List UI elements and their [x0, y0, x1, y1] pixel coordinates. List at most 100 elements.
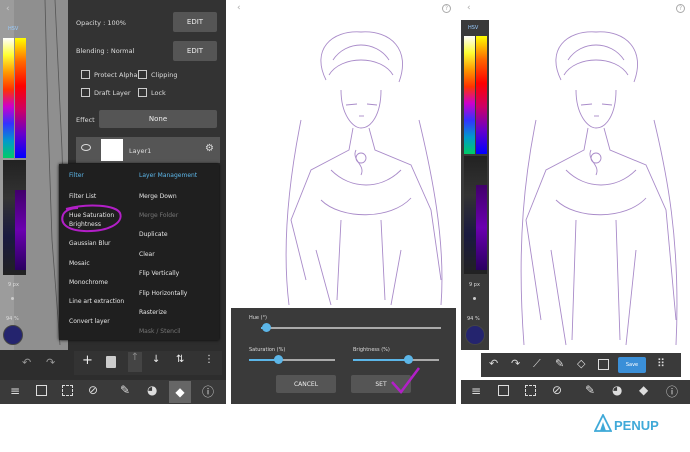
character-sketch — [285, 31, 443, 306]
monochrome-item[interactable]: Monochrome — [69, 279, 108, 286]
purple-strip[interactable] — [476, 185, 487, 270]
move-down-icon[interactable]: ↓ — [152, 354, 160, 365]
layer-name: Layer1 — [129, 147, 152, 155]
highlight-circle — [61, 204, 122, 233]
checkmark-annotation — [391, 367, 420, 394]
merge-down-item[interactable]: Merge Down — [139, 193, 177, 200]
penup-logo-icon — [594, 414, 612, 432]
character-sketch — [520, 31, 678, 346]
back-icon[interactable]: ‹ — [467, 3, 471, 13]
cancel-button[interactable]: CANCEL — [276, 375, 336, 393]
filter-header: Filter — [69, 172, 84, 179]
selection-icon[interactable] — [62, 385, 73, 396]
add-layer-icon[interactable]: + — [82, 353, 93, 368]
hue-slider-thumb[interactable] — [262, 323, 271, 332]
help-icon[interactable]: ? — [676, 4, 685, 13]
current-color-swatch[interactable] — [465, 325, 485, 345]
redo-icon[interactable]: ↷ — [46, 356, 55, 369]
saturation-slider-thumb[interactable] — [274, 355, 283, 364]
draft-layer-checkbox[interactable] — [81, 88, 90, 97]
purple-strip[interactable] — [15, 190, 26, 270]
gear-icon[interactable]: ⚙ — [205, 144, 214, 154]
effect-dropdown[interactable]: None — [99, 110, 217, 128]
palette-icon[interactable]: ◕ — [147, 383, 157, 397]
flip-vertically-item[interactable]: Flip Vertically — [139, 270, 179, 277]
menu-icon[interactable]: ≡ — [10, 384, 20, 398]
hue-slider-track[interactable] — [261, 327, 441, 329]
hue-strip[interactable] — [3, 38, 14, 158]
palette-icon[interactable]: ◕ — [612, 383, 622, 397]
grid-icon[interactable]: ⠿ — [657, 357, 665, 370]
bottom-toolbar — [0, 380, 226, 404]
effect-label: Effect — [76, 116, 95, 124]
info-icon[interactable]: ⓘ — [202, 383, 214, 400]
gaussian-blur-item[interactable]: Gaussian Blur — [69, 240, 111, 247]
hsv-label[interactable]: HSV — [468, 25, 478, 31]
back-icon[interactable]: ‹ — [237, 3, 241, 13]
panel-layer-menu: ‹ HSV 9 px 94 % Opacity : 100% EDIT Blen… — [0, 0, 226, 404]
brush-opacity-label: 94 % — [467, 316, 480, 322]
eye-icon[interactable] — [81, 144, 91, 151]
hsv-label[interactable]: HSV — [8, 26, 18, 32]
saturation-strip[interactable] — [476, 36, 487, 154]
clear-item[interactable]: Clear — [139, 251, 155, 258]
convert-layer-item[interactable]: Convert layer — [69, 318, 110, 325]
save-button[interactable]: Save — [618, 357, 646, 373]
layer-thumbnail — [101, 139, 123, 161]
brightness-slider-thumb[interactable] — [404, 355, 413, 364]
rotate-icon[interactable]: ⊘ — [552, 383, 562, 397]
brush-icon[interactable]: ✎ — [120, 383, 130, 397]
duplicate-item[interactable]: Duplicate — [139, 231, 168, 238]
hue-strip[interactable] — [464, 36, 475, 154]
layers-icon[interactable]: ◆ — [169, 381, 191, 403]
merge-folder-item: Merge Folder — [139, 212, 179, 219]
dot-icon — [473, 297, 476, 300]
panel-hsb-filter: ‹ ? Hue (°) Saturation (%) Brightness (%… — [231, 0, 456, 404]
help-icon[interactable]: ? — [442, 4, 451, 13]
brightness-label: Brightness (%) — [353, 347, 390, 353]
mask-stencil-item: Mask / Stencil — [139, 328, 181, 335]
mosaic-item[interactable]: Mosaic — [69, 260, 90, 267]
blending-edit-button[interactable]: EDIT — [173, 41, 217, 61]
line-art-extraction-item[interactable]: Line art extraction — [69, 298, 124, 305]
lock-checkbox[interactable] — [138, 88, 147, 97]
protect-alpha-checkbox[interactable] — [81, 70, 90, 79]
edit-icon[interactable] — [36, 385, 47, 396]
pen-icon[interactable]: ✎ — [555, 357, 564, 370]
draft-layer-label: Draft Layer — [94, 89, 131, 97]
swap-icon[interactable]: ⇅ — [176, 354, 184, 365]
rasterize-item[interactable]: Rasterize — [139, 309, 167, 316]
move-up-icon[interactable]: ↑ — [128, 352, 142, 372]
info-icon[interactable]: ⓘ — [666, 383, 678, 400]
menu-icon[interactable]: ≡ — [471, 384, 481, 398]
undo-icon[interactable]: ↶ — [22, 356, 31, 369]
eraser-icon[interactable]: ◇ — [577, 357, 585, 370]
panel-canvas-view: ‹ ? HSV 9 px 94 % ↶ ↷ ⟋ ✎ ◇ Save ⠿ ≡ ⊘ ✎… — [461, 0, 690, 404]
dot-icon — [11, 297, 14, 300]
layer-management-header: Layer Management — [139, 172, 198, 179]
delete-layer-icon[interactable] — [106, 356, 116, 368]
rotate-icon[interactable]: ⊘ — [88, 383, 98, 397]
blending-label: Blending : Normal — [76, 47, 135, 55]
saturation-strip[interactable] — [15, 38, 26, 158]
brightness-slider-fill — [353, 359, 408, 361]
opacity-edit-button[interactable]: EDIT — [173, 12, 217, 32]
flip-horizontally-item[interactable]: Flip Horizontally — [139, 290, 187, 297]
back-icon[interactable]: ‹ — [6, 4, 10, 14]
more-icon[interactable]: ⋮ — [204, 354, 214, 365]
filter-list-item[interactable]: Filter List — [69, 193, 96, 200]
saturation-label: Saturation (%) — [249, 347, 286, 353]
brush-icon[interactable]: ✎ — [585, 383, 595, 397]
brush-size-label: 9 px — [469, 282, 480, 288]
brush-opacity-label: 94 % — [6, 316, 19, 322]
current-color-swatch[interactable] — [3, 325, 23, 345]
layer-action-bar — [74, 351, 222, 375]
selection-icon[interactable] — [525, 385, 536, 396]
undo-icon[interactable]: ↶ — [489, 357, 498, 370]
clipping-checkbox[interactable] — [138, 70, 147, 79]
layers-icon[interactable]: ◆ — [639, 383, 648, 397]
redo-icon[interactable]: ↷ — [511, 357, 520, 370]
export-icon[interactable] — [598, 359, 609, 370]
edit-icon[interactable] — [498, 385, 509, 396]
eyedropper-icon[interactable]: ⟋ — [533, 357, 541, 371]
